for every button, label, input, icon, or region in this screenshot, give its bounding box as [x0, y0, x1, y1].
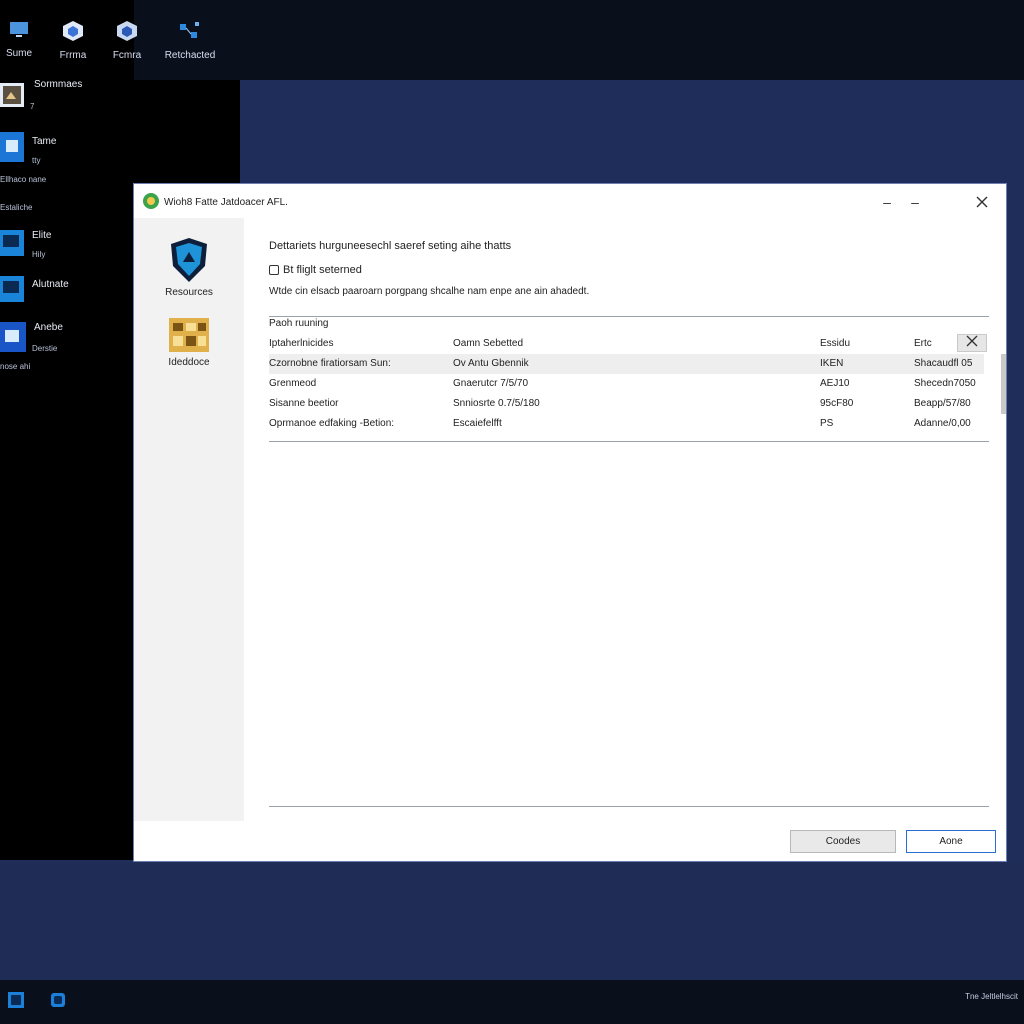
dialog-window: Wioh8 Fatte Jatdoacer AFL. – – Resources: [134, 184, 1006, 861]
footer-divider: [269, 806, 989, 807]
side-caption: Ellhaco nane: [0, 175, 47, 184]
shield-icon: [171, 238, 207, 282]
vertical-scrollbar[interactable]: [1001, 354, 1006, 414]
table-cell: Adanne/0,00: [914, 418, 971, 429]
desktop-icon-label: Retchacted: [164, 50, 216, 61]
section-divider: [269, 316, 989, 317]
side-item-sub: Derstie: [32, 344, 58, 353]
desktop-background-lower: [0, 862, 1024, 980]
grid-icon: [169, 318, 209, 352]
monitor-icon: [10, 22, 28, 37]
minimize-button[interactable]: –: [874, 190, 900, 214]
window-title: Wioh8 Fatte Jatdoacer AFL.: [164, 197, 288, 208]
primary-button[interactable]: Aone: [906, 830, 996, 853]
table-cell: Snniosrte 0.7/5/180: [453, 398, 540, 409]
window-titlebar[interactable]: Wioh8 Fatte Jatdoacer AFL. – –: [134, 184, 1006, 218]
desktop-icon-cube-1[interactable]: Frrma: [57, 20, 89, 61]
table-cell: Ov Antu Gbennik: [453, 358, 529, 369]
column-header: Essidu: [820, 338, 851, 349]
sidebar-item-label: Ideddoce: [168, 357, 210, 368]
table-row[interactable]: Grenmeod Gnaerutcr 7/5/70 AEJ10 Shecedn7…: [269, 374, 984, 394]
close-icon: [966, 335, 978, 347]
side-item-label: Elite: [32, 230, 52, 241]
display-icon: [0, 276, 24, 302]
side-item-sub: Hily: [32, 250, 46, 259]
app-logo-icon: [143, 193, 159, 209]
side-item-sub: 7: [30, 102, 35, 111]
column-header: Iptaherlnicides: [269, 338, 334, 349]
secondary-button[interactable]: Coodes: [790, 830, 896, 853]
side-item-label: Sormmaes: [34, 79, 83, 90]
column-header: Oamn Sebetted: [453, 338, 524, 349]
folder-icon: [0, 132, 24, 162]
side-item-label: Anebe: [34, 322, 63, 333]
side-item-sub: tty: [32, 156, 41, 165]
sidebar-item-resources[interactable]: Resources: [144, 236, 234, 298]
desktop-icon-label: Frrma: [59, 50, 87, 61]
table-cell: Shacaudfl 05: [914, 358, 973, 369]
table-cell: AEJ10: [820, 378, 850, 389]
close-icon: [976, 196, 988, 208]
table-cell: Grenmeod: [269, 378, 317, 389]
network-icon: [180, 22, 199, 38]
sidebar-item-ideddoce[interactable]: Ideddoce: [144, 316, 234, 368]
column-header: Ertc: [914, 338, 932, 349]
start-icon[interactable]: [8, 992, 24, 1008]
table-close-tool[interactable]: [957, 334, 987, 352]
window-content: Dettariets hurguneesechl saeref seting a…: [244, 218, 1006, 821]
table-row[interactable]: Sisanne beetior Snniosrte 0.7/5/180 95cF…: [269, 394, 984, 414]
side-caption: nose ahi: [0, 362, 31, 371]
table-cell: PS: [820, 418, 834, 429]
side-caption: Estaliche: [0, 203, 33, 212]
table-row[interactable]: Czornobne firatiorsam Sun: Ov Antu Gbenn…: [269, 354, 984, 374]
table-row[interactable]: Oprmanoe edfaking -Betion: Escaiefelfft …: [269, 414, 984, 434]
window-sidebar: Resources Ideddoce: [134, 218, 244, 821]
desktop-icon-monitor[interactable]: Sume: [4, 20, 34, 59]
table-cell: Sisanne beetior: [269, 398, 339, 409]
content-heading: Dettariets hurguneesechl saeref seting a…: [269, 240, 512, 252]
cube-icon: [63, 21, 83, 41]
table-cell: IKEN: [820, 358, 844, 369]
table-cell: Shecedn7050: [914, 378, 976, 389]
table-cell: Escaiefelfft: [453, 418, 502, 429]
taskbar: Tne Jeltlelhscit: [0, 980, 1024, 1024]
photo-icon: [0, 83, 24, 107]
table-divider: [269, 441, 989, 442]
side-item-label: Alutnate: [32, 279, 69, 290]
table-cell: Beapp/57/80: [914, 398, 971, 409]
content-subheading: Bt fliglt seterned: [269, 264, 362, 276]
maximize-button[interactable]: –: [902, 190, 928, 214]
cube-icon: [117, 21, 137, 41]
top-desktop-bar: [0, 0, 1024, 80]
desktop-icon-label: Fcmra: [112, 50, 142, 61]
table-cell: Oprmanoe edfaking -Betion:: [269, 418, 395, 429]
desktop-icon-label: Sume: [5, 48, 33, 59]
option-icon: [269, 265, 279, 276]
desktop-icon-cube-2[interactable]: Fcmra: [111, 20, 143, 61]
table-header-row: Iptaherlnicides Oamn Sebetted Essidu Ert…: [269, 334, 987, 354]
side-item-label: Tame: [32, 136, 57, 147]
system-tray-text: Tne Jeltlelhscit: [965, 992, 1018, 1001]
sidebar-item-label: Resources: [165, 287, 213, 298]
table-cell: Gnaerutcr 7/5/70: [453, 378, 529, 389]
app-icon[interactable]: [50, 992, 66, 1008]
table-cell: Czornobne firatiorsam Sun:: [269, 358, 391, 369]
display-icon: [0, 230, 24, 256]
desktop-icon-network[interactable]: Retchacted: [160, 20, 220, 61]
section-label: Paoh ruuning: [269, 318, 329, 329]
close-button[interactable]: [969, 190, 995, 214]
subheading-text: Bt fliglt seterned: [283, 264, 362, 276]
folder-icon: [0, 322, 26, 352]
table-cell: 95cF80: [820, 398, 854, 409]
content-description: Wtde cin elsacb paaroarn porgpang shcalh…: [269, 286, 590, 297]
